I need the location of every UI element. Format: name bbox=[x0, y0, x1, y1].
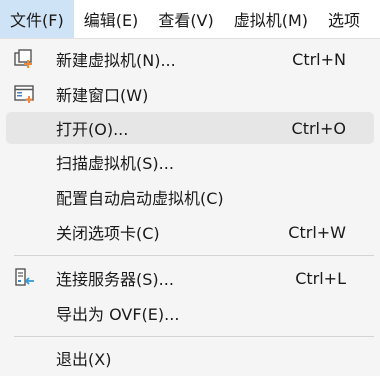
menu-item-export-ovf[interactable]: 导出为 OVF(E)... bbox=[6, 297, 374, 329]
new-window-icon bbox=[14, 84, 36, 104]
menu-item-exit[interactable]: 退出(X) bbox=[6, 342, 374, 374]
menu-item-shortcut: Ctrl+W bbox=[288, 222, 346, 242]
menu-item-label: 连接服务器(S)... bbox=[56, 270, 174, 289]
menu-item-connect-server[interactable]: 连接服务器(S)... Ctrl+L bbox=[6, 262, 374, 294]
menu-separator bbox=[14, 336, 374, 337]
menu-item-label: 打开(O)... bbox=[56, 120, 129, 139]
menu-item-shortcut: Ctrl+N bbox=[292, 49, 346, 69]
menu-item-label: 新建虚拟机(N)... bbox=[56, 51, 176, 70]
menu-item-shortcut: Ctrl+O bbox=[291, 118, 346, 138]
menu-item-label: 扫描虚拟机(S)... bbox=[56, 154, 174, 173]
menu-item-label: 导出为 OVF(E)... bbox=[56, 305, 180, 324]
menubar-view[interactable]: 查看(V) bbox=[148, 0, 223, 38]
menu-item-configure-autostart[interactable]: 配置自动启动虚拟机(C) bbox=[6, 181, 374, 213]
menu-bar: 文件(F) 编辑(E) 查看(V) 虚拟机(M) 选项 bbox=[0, 0, 380, 38]
menu-item-scan-vm[interactable]: 扫描虚拟机(S)... bbox=[6, 146, 374, 178]
connect-server-icon bbox=[14, 268, 36, 288]
menubar-vm[interactable]: 虚拟机(M) bbox=[224, 0, 318, 38]
menu-item-label: 关闭选项卡(C) bbox=[56, 224, 160, 243]
menubar-options[interactable]: 选项 bbox=[318, 0, 370, 38]
menu-item-close-tab[interactable]: 关闭选项卡(C) Ctrl+W bbox=[6, 216, 374, 248]
menubar-edit[interactable]: 编辑(E) bbox=[74, 0, 149, 38]
menu-item-open[interactable]: 打开(O)... Ctrl+O bbox=[6, 112, 374, 144]
menu-item-shortcut: Ctrl+L bbox=[295, 268, 346, 288]
menu-separator bbox=[14, 255, 374, 256]
menu-item-new-vm[interactable]: 新建虚拟机(N)... Ctrl+N bbox=[6, 43, 374, 75]
menu-item-label: 新建窗口(W) bbox=[56, 86, 149, 105]
file-menu-dropdown: 新建虚拟机(N)... Ctrl+N 新建窗口(W) 打开(O)... Ctrl… bbox=[0, 38, 380, 376]
menu-item-label: 配置自动启动虚拟机(C) bbox=[56, 189, 224, 208]
menu-item-new-window[interactable]: 新建窗口(W) bbox=[6, 78, 374, 110]
menubar-file[interactable]: 文件(F) bbox=[0, 0, 74, 38]
menu-item-label: 退出(X) bbox=[56, 350, 112, 369]
new-vm-icon bbox=[14, 49, 36, 69]
